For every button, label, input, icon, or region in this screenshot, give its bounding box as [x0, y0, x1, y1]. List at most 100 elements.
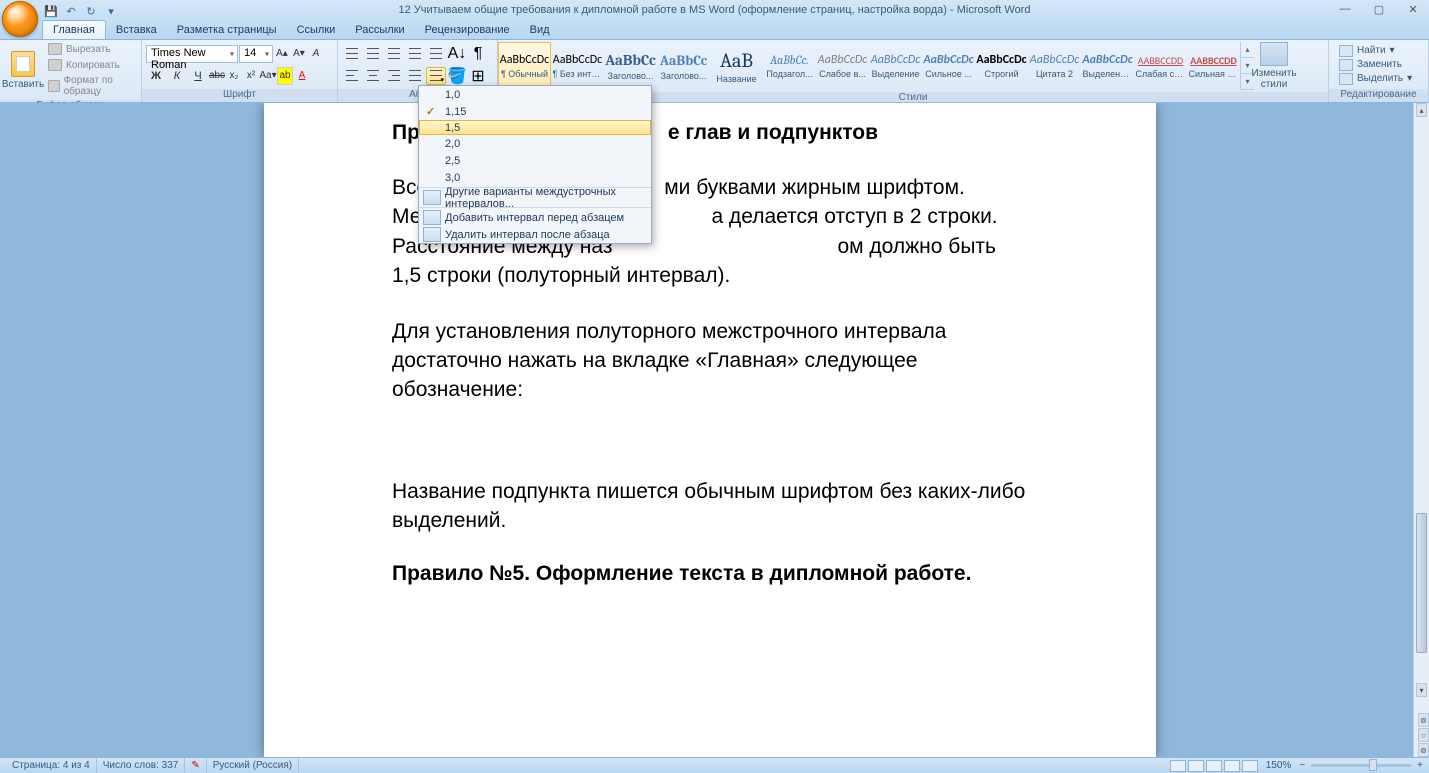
- copy-button[interactable]: Копировать: [46, 58, 137, 72]
- tab-рассылки[interactable]: Рассылки: [345, 21, 414, 39]
- print-layout-view[interactable]: [1170, 760, 1186, 772]
- format-painter-button[interactable]: Формат по образцу: [46, 74, 137, 98]
- browse-object-button[interactable]: ○: [1418, 728, 1429, 742]
- change-case-button[interactable]: Aa▾: [260, 67, 276, 85]
- status-language[interactable]: Русский (Россия): [207, 758, 299, 773]
- find-button[interactable]: Найти ▾: [1339, 45, 1412, 57]
- style-item-2[interactable]: AaBbCcЗаголово...: [604, 42, 657, 90]
- replace-button[interactable]: Заменить: [1339, 59, 1412, 71]
- close-button[interactable]: ✕: [1401, 2, 1425, 16]
- style-item-12[interactable]: AABBCCDDСлабая сс...: [1134, 42, 1187, 90]
- next-page-button[interactable]: ⊚: [1418, 743, 1429, 757]
- superscript-button[interactable]: x²: [243, 67, 259, 85]
- grow-font-button[interactable]: A▴: [274, 45, 290, 63]
- decrease-indent-button[interactable]: [405, 45, 425, 63]
- style-item-1[interactable]: AaBbCcDc¶ Без инте...: [551, 42, 604, 90]
- tab-разметка-страницы[interactable]: Разметка страницы: [167, 21, 287, 39]
- paste-button[interactable]: Вставить: [4, 47, 42, 93]
- styles-scroll-up[interactable]: ▴: [1241, 42, 1254, 58]
- style-item-4[interactable]: AaBНазвание: [710, 42, 763, 90]
- select-button[interactable]: Выделить ▾: [1339, 73, 1412, 85]
- spacing-option-1-0[interactable]: 1,0: [419, 86, 651, 103]
- align-right-button[interactable]: [384, 67, 404, 85]
- tab-вставка[interactable]: Вставка: [106, 21, 167, 39]
- line-spacing-button[interactable]: ▾: [426, 67, 446, 85]
- subscript-button[interactable]: x₂: [226, 67, 242, 85]
- zoom-thumb[interactable]: [1369, 759, 1377, 771]
- increase-indent-button[interactable]: [426, 45, 446, 63]
- minimize-button[interactable]: —: [1333, 2, 1357, 16]
- fullscreen-view[interactable]: [1188, 760, 1204, 772]
- style-item-6[interactable]: AaBbCcDcСлабое в...: [816, 42, 869, 90]
- vertical-scrollbar[interactable]: ▴ ▾ ⊚ ○ ⊚: [1413, 103, 1429, 757]
- spacing-other[interactable]: Другие варианты междустрочных интервалов…: [419, 189, 651, 206]
- office-button[interactable]: [2, 1, 38, 37]
- justify-button[interactable]: [405, 67, 425, 85]
- clear-formatting-button[interactable]: A: [308, 45, 324, 63]
- bullets-button[interactable]: [342, 45, 362, 63]
- zoom-slider[interactable]: [1311, 764, 1411, 767]
- chevron-down-icon: ▾: [265, 49, 269, 58]
- style-item-10[interactable]: AaBbCcDcЦитата 2: [1028, 42, 1081, 90]
- zoom-in-button[interactable]: +: [1417, 760, 1423, 771]
- shading-button[interactable]: 🪣: [447, 67, 467, 85]
- tab-ссылки[interactable]: Ссылки: [287, 21, 346, 39]
- underline-button[interactable]: Ч: [188, 67, 208, 85]
- draft-view[interactable]: [1242, 760, 1258, 772]
- sort-button[interactable]: A↓: [447, 45, 467, 63]
- scroll-up-button[interactable]: ▴: [1416, 103, 1427, 117]
- tab-вид[interactable]: Вид: [520, 21, 560, 39]
- spacing-removeAfter[interactable]: Удалить интервал после абзаца: [419, 226, 651, 243]
- cut-button[interactable]: Вырезать: [46, 42, 137, 56]
- scroll-down-button[interactable]: ▾: [1416, 683, 1427, 697]
- style-label: Сильное ...: [925, 69, 971, 79]
- font-family-combo[interactable]: Times New Roman▾: [146, 45, 238, 63]
- qat-customize[interactable]: ▾: [102, 3, 120, 19]
- status-proofing[interactable]: ✎: [185, 758, 206, 773]
- borders-button[interactable]: ⊞: [468, 67, 488, 85]
- style-item-5[interactable]: AaBbCc.Подзагол...: [763, 42, 816, 90]
- tab-главная[interactable]: Главная: [42, 20, 106, 39]
- proofing-icon: ✎: [191, 760, 199, 771]
- spacing-option-1-5[interactable]: 1,5: [419, 120, 651, 135]
- tab-рецензирование[interactable]: Рецензирование: [415, 21, 520, 39]
- status-page[interactable]: Страница: 4 из 4: [6, 758, 97, 773]
- zoom-level[interactable]: 150%: [1266, 760, 1292, 771]
- style-item-9[interactable]: AaBbCcDcСтрогий: [975, 42, 1028, 90]
- strikethrough-button[interactable]: abc: [209, 67, 225, 85]
- style-item-7[interactable]: AaBbCcDcВыделение: [869, 42, 922, 90]
- style-item-3[interactable]: AaBbCcЗаголово...: [657, 42, 710, 90]
- style-item-13[interactable]: AABBCCDDСильная с...: [1187, 42, 1240, 90]
- shrink-font-button[interactable]: A▾: [291, 45, 307, 63]
- styles-gallery: AaBbCcDc¶ ОбычныйAaBbCcDc¶ Без инте...Aa…: [498, 42, 1240, 90]
- style-item-8[interactable]: AaBbCcDcСильное ...: [922, 42, 975, 90]
- outline-view[interactable]: [1224, 760, 1240, 772]
- show-marks-button[interactable]: ¶: [468, 45, 488, 63]
- save-button[interactable]: 💾: [42, 3, 60, 19]
- zoom-out-button[interactable]: −: [1299, 760, 1305, 771]
- prev-page-button[interactable]: ⊚: [1418, 713, 1429, 727]
- scroll-thumb[interactable]: [1416, 513, 1427, 653]
- spacing-option-1-15[interactable]: 1,15: [419, 103, 651, 120]
- align-left-button[interactable]: [342, 67, 362, 85]
- multilevel-button[interactable]: [384, 45, 404, 63]
- page[interactable]: Пре глав и подпунктов Всеми буквами жирн…: [264, 103, 1156, 757]
- style-item-0[interactable]: AaBbCcDc¶ Обычный: [498, 42, 551, 90]
- style-item-11[interactable]: AaBbCcDcВыделенн...: [1081, 42, 1134, 90]
- maximize-button[interactable]: ▢: [1367, 2, 1391, 16]
- status-words[interactable]: Число слов: 337: [97, 758, 186, 773]
- font-size-combo[interactable]: 14▾: [239, 45, 273, 63]
- spacing-option-3-0[interactable]: 3,0: [419, 169, 651, 186]
- change-styles-button[interactable]: Изменить стили: [1254, 40, 1294, 92]
- font-color-button[interactable]: A: [294, 67, 310, 85]
- paste-icon: [11, 51, 35, 77]
- spacing-option-2-5[interactable]: 2,5: [419, 152, 651, 169]
- spacing-addBefore[interactable]: Добавить интервал перед абзацем: [419, 209, 651, 226]
- align-center-button[interactable]: [363, 67, 383, 85]
- web-layout-view[interactable]: [1206, 760, 1222, 772]
- spacing-option-2-0[interactable]: 2,0: [419, 135, 651, 152]
- redo-button[interactable]: ↻: [82, 3, 100, 19]
- numbering-button[interactable]: [363, 45, 383, 63]
- highlight-button[interactable]: ab: [277, 67, 293, 85]
- undo-button[interactable]: ↶: [62, 3, 80, 19]
